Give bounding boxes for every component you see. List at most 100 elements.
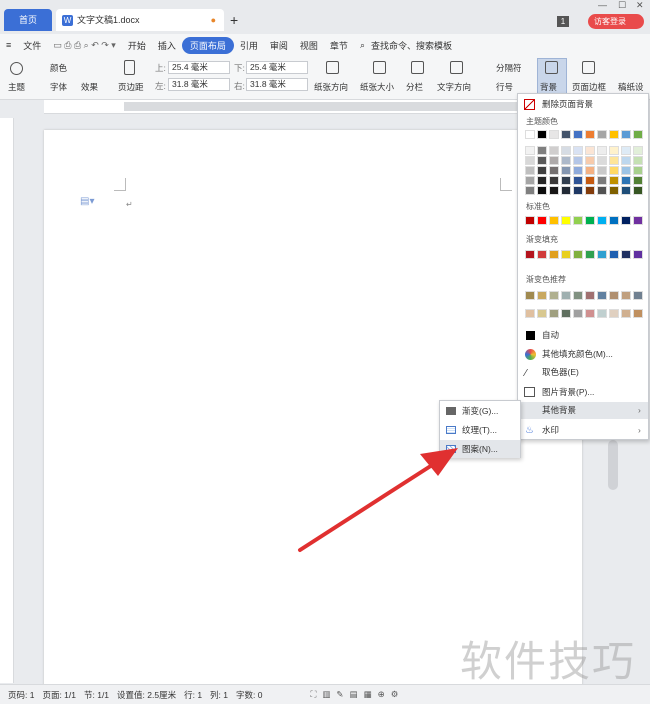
recommend-color-swatch[interactable] bbox=[573, 309, 583, 318]
theme-shade-swatch[interactable] bbox=[561, 176, 571, 185]
theme-shade-swatch[interactable] bbox=[549, 176, 559, 185]
vertical-scrollbar[interactable] bbox=[608, 440, 618, 490]
theme-shade-swatch[interactable] bbox=[597, 166, 607, 175]
theme-color-swatch[interactable] bbox=[561, 130, 571, 139]
theme-shade-swatch[interactable] bbox=[621, 176, 631, 185]
recommend-color-swatch[interactable] bbox=[633, 309, 643, 318]
gradient-color-swatch[interactable] bbox=[597, 250, 607, 259]
color-picker-item[interactable]: ⁄ 取色器(E) bbox=[518, 364, 648, 381]
remove-background-item[interactable]: 删除页面背景 bbox=[518, 96, 648, 113]
theme-shade-swatch[interactable] bbox=[525, 176, 535, 185]
theme-color-swatch[interactable] bbox=[537, 130, 547, 139]
recommend-color-swatch[interactable] bbox=[621, 309, 631, 318]
standard-color-swatch[interactable] bbox=[573, 216, 583, 225]
status-section[interactable]: 节: 1/1 bbox=[84, 689, 109, 701]
theme-shade-swatch[interactable] bbox=[609, 156, 619, 165]
text-direction-button[interactable]: 文字方向 bbox=[437, 81, 471, 93]
status-col[interactable]: 列: 1 bbox=[210, 689, 228, 701]
standard-color-swatch[interactable] bbox=[621, 216, 631, 225]
standard-color-swatch[interactable] bbox=[525, 216, 535, 225]
recommend-color-swatch[interactable] bbox=[609, 291, 619, 300]
theme-shade-swatch[interactable] bbox=[549, 146, 559, 155]
recommend-color-swatch[interactable] bbox=[633, 291, 643, 300]
theme-color-swatch[interactable] bbox=[573, 130, 583, 139]
standard-color-swatch[interactable] bbox=[549, 216, 559, 225]
recommend-color-swatch[interactable] bbox=[597, 309, 607, 318]
maximize-icon[interactable]: ☐ bbox=[618, 0, 626, 11]
tab-document[interactable]: W 文字文稿1.docx ● bbox=[56, 9, 224, 31]
minimize-icon[interactable]: — bbox=[598, 0, 607, 10]
theme-shade-swatch[interactable] bbox=[537, 186, 547, 195]
theme-color-swatch[interactable] bbox=[609, 130, 619, 139]
theme-color-swatch[interactable] bbox=[633, 130, 643, 139]
theme-shade-swatch[interactable] bbox=[585, 166, 595, 175]
gradient-color-swatch[interactable] bbox=[633, 250, 643, 259]
recommend-color-swatch[interactable] bbox=[549, 291, 559, 300]
line-number-button[interactable]: 行号 bbox=[496, 81, 513, 93]
login-button[interactable]: 访客登录 bbox=[588, 14, 644, 29]
theme-color-swatch[interactable] bbox=[621, 130, 631, 139]
theme-shade-swatch[interactable] bbox=[585, 156, 595, 165]
recommend-color-swatch[interactable] bbox=[597, 291, 607, 300]
new-tab-button[interactable]: + bbox=[230, 12, 238, 28]
close-icon[interactable]: ✕ bbox=[636, 0, 644, 11]
theme-shade-swatch[interactable] bbox=[585, 176, 595, 185]
theme-shade-swatch[interactable] bbox=[609, 186, 619, 195]
status-page-no[interactable]: 页码: 1 bbox=[8, 689, 34, 701]
theme-shade-swatch[interactable] bbox=[597, 186, 607, 195]
gradient-color-swatch[interactable] bbox=[573, 250, 583, 259]
theme-shade-swatch[interactable] bbox=[597, 176, 607, 185]
recommend-color-swatch[interactable] bbox=[561, 291, 571, 300]
theme-color-swatch[interactable] bbox=[585, 130, 595, 139]
theme-color-swatch[interactable] bbox=[549, 130, 559, 139]
gradient-color-swatch[interactable] bbox=[537, 250, 547, 259]
theme-shade-swatch[interactable] bbox=[549, 186, 559, 195]
theme-shade-swatch[interactable] bbox=[537, 166, 547, 175]
theme-shade-swatch[interactable] bbox=[561, 186, 571, 195]
effect-button[interactable]: 效果 bbox=[81, 81, 98, 93]
standard-color-swatch[interactable] bbox=[561, 216, 571, 225]
theme-shade-swatch[interactable] bbox=[573, 156, 583, 165]
theme-shade-swatch[interactable] bbox=[549, 166, 559, 175]
theme-color-swatch[interactable] bbox=[525, 130, 535, 139]
font-button[interactable]: 字体 bbox=[50, 81, 67, 93]
theme-shade-swatch[interactable] bbox=[621, 146, 631, 155]
theme-shade-swatch[interactable] bbox=[573, 176, 583, 185]
theme-shade-swatch[interactable] bbox=[525, 156, 535, 165]
recommend-color-swatch[interactable] bbox=[525, 309, 535, 318]
recommend-color-swatch[interactable] bbox=[573, 291, 583, 300]
theme-shade-swatch[interactable] bbox=[525, 146, 535, 155]
menu-file[interactable]: 文件 bbox=[17, 39, 47, 52]
theme-shade-swatch[interactable] bbox=[537, 176, 547, 185]
menu-page-layout[interactable]: 页面布局 bbox=[181, 36, 234, 54]
theme-shade-swatch[interactable] bbox=[585, 186, 595, 195]
theme-shade-swatch[interactable] bbox=[633, 166, 643, 175]
menu-view[interactable]: 视图 bbox=[294, 39, 324, 52]
theme-shade-swatch[interactable] bbox=[537, 156, 547, 165]
right-margin-input[interactable]: 31.8 毫米 bbox=[246, 78, 308, 91]
recommend-color-swatch[interactable] bbox=[549, 309, 559, 318]
hamburger-icon[interactable]: ≡ bbox=[0, 40, 17, 50]
top-margin-input[interactable]: 25.4 毫米 bbox=[168, 61, 230, 74]
theme-shade-swatch[interactable] bbox=[561, 166, 571, 175]
auto-color-item[interactable]: 自动 bbox=[518, 327, 648, 344]
status-pages[interactable]: 页面: 1/1 bbox=[42, 689, 76, 701]
gradient-color-swatch[interactable] bbox=[609, 250, 619, 259]
theme-shade-swatch[interactable] bbox=[549, 156, 559, 165]
standard-color-swatch[interactable] bbox=[609, 216, 619, 225]
recommend-color-swatch[interactable] bbox=[561, 309, 571, 318]
quick-access-icons[interactable]: ▭ ⎙ ⎙ ⌕ ↶ ↷ ▾ bbox=[47, 40, 122, 51]
theme-shade-swatch[interactable] bbox=[561, 146, 571, 155]
recommend-color-swatch[interactable] bbox=[525, 291, 535, 300]
recommend-color-swatch[interactable] bbox=[585, 291, 595, 300]
theme-shade-swatch[interactable] bbox=[597, 146, 607, 155]
bottom-margin-input[interactable]: 25.4 毫米 bbox=[246, 61, 308, 74]
theme-shade-swatch[interactable] bbox=[633, 186, 643, 195]
standard-color-swatch[interactable] bbox=[585, 216, 595, 225]
page-border-button[interactable]: 页面边框 bbox=[572, 81, 606, 93]
menu-start[interactable]: 开始 bbox=[122, 39, 152, 52]
menu-reference[interactable]: 引用 bbox=[234, 39, 264, 52]
search-command[interactable]: 查找命令、搜索模板 bbox=[371, 39, 452, 52]
status-row[interactable]: 行: 1 bbox=[184, 689, 202, 701]
view-mode-icons[interactable]: ⛶▥✎▤▦⊕⚙ bbox=[310, 689, 404, 700]
